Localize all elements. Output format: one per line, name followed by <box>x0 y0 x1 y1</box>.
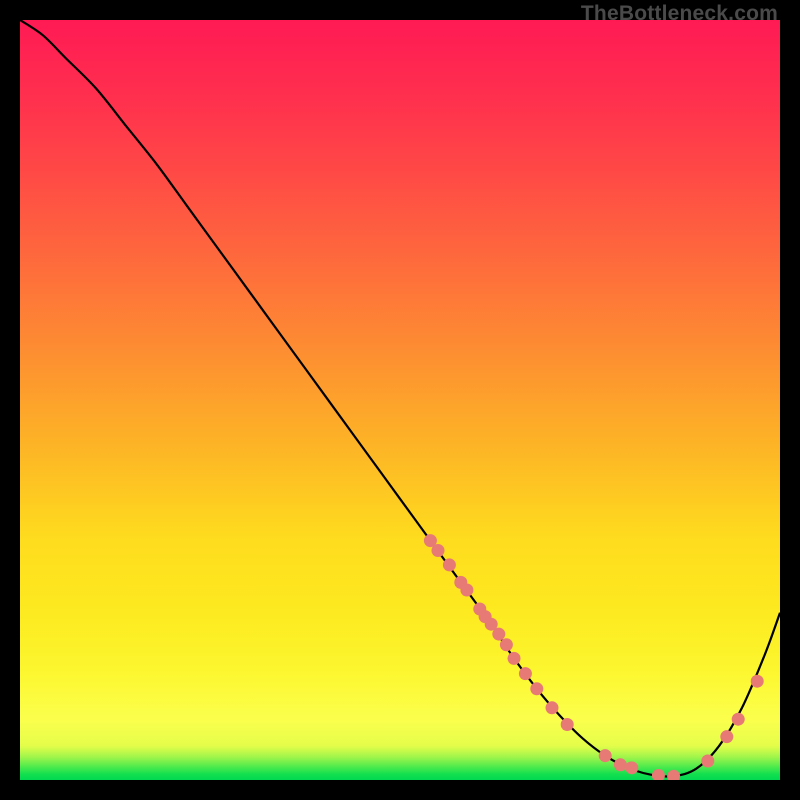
highlight-dot <box>701 755 714 768</box>
highlight-dot <box>508 652 521 665</box>
highlight-dots-group <box>424 534 764 780</box>
highlight-dot <box>625 761 638 774</box>
highlight-dot <box>599 749 612 762</box>
highlight-dot <box>500 638 513 651</box>
bottleneck-curve <box>20 20 780 777</box>
highlight-dot <box>546 701 559 714</box>
highlight-dot <box>561 718 574 731</box>
highlight-dot <box>460 584 473 597</box>
highlight-dot <box>652 769 665 780</box>
chart-overlay <box>20 20 780 780</box>
highlight-dot <box>732 713 745 726</box>
highlight-dot <box>530 682 543 695</box>
highlight-dot <box>492 628 505 641</box>
highlight-dot <box>614 758 627 771</box>
highlight-dot <box>751 675 764 688</box>
highlight-dot <box>432 544 445 557</box>
highlight-dot <box>519 667 532 680</box>
chart-frame: TheBottleneck.com <box>0 0 800 800</box>
highlight-dot <box>443 558 456 571</box>
highlight-dot <box>720 730 733 743</box>
highlight-dot <box>667 770 680 780</box>
